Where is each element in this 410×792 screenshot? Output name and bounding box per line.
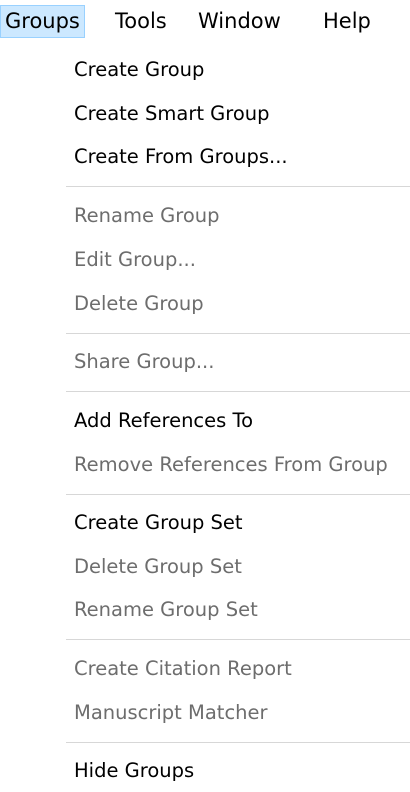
menu-separator bbox=[66, 333, 410, 334]
menu-item-hide-groups[interactable]: Hide Groups bbox=[74, 756, 194, 786]
menu-separator bbox=[66, 186, 410, 187]
menu-item-create-group[interactable]: Create Group bbox=[74, 55, 204, 85]
application-window: Groups Tools Window Help Create Group Cr… bbox=[0, 0, 410, 792]
menu-item-create-citation-report[interactable]: Create Citation Report bbox=[74, 654, 292, 684]
menu-groups[interactable]: Groups bbox=[0, 5, 85, 38]
menu-separator bbox=[66, 494, 410, 495]
menu-window[interactable]: Window bbox=[194, 5, 285, 38]
menu-item-edit-group[interactable]: Edit Group... bbox=[74, 245, 196, 275]
menu-item-share-group[interactable]: Share Group... bbox=[74, 347, 214, 377]
menu-separator bbox=[66, 742, 410, 743]
groups-dropdown-menu: Create Group Create Smart Group Create F… bbox=[0, 40, 410, 792]
menu-item-add-references-to[interactable]: Add References To bbox=[74, 406, 253, 436]
menu-item-create-from-groups[interactable]: Create From Groups... bbox=[74, 142, 288, 172]
menu-item-rename-group[interactable]: Rename Group bbox=[74, 201, 220, 231]
menu-item-manuscript-matcher[interactable]: Manuscript Matcher bbox=[74, 698, 268, 728]
menu-item-create-group-set[interactable]: Create Group Set bbox=[74, 508, 243, 538]
menu-separator bbox=[66, 391, 410, 392]
menu-bar: Groups Tools Window Help bbox=[0, 0, 410, 40]
menu-item-create-smart-group[interactable]: Create Smart Group bbox=[74, 99, 270, 129]
menu-item-rename-group-set[interactable]: Rename Group Set bbox=[74, 595, 258, 625]
menu-tools[interactable]: Tools bbox=[111, 5, 171, 38]
menu-item-delete-group-set[interactable]: Delete Group Set bbox=[74, 552, 242, 582]
menu-item-delete-group[interactable]: Delete Group bbox=[74, 289, 204, 319]
menu-item-remove-references-from-group[interactable]: Remove References From Group bbox=[74, 450, 388, 480]
menu-help[interactable]: Help bbox=[319, 5, 375, 38]
menu-separator bbox=[66, 639, 410, 640]
